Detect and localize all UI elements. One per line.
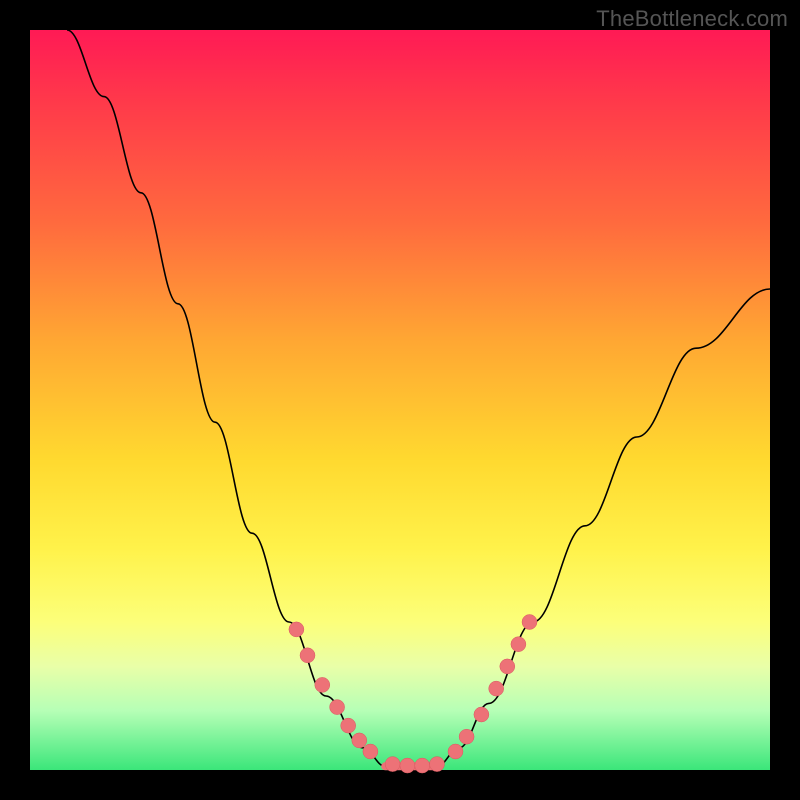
highlight-dot (489, 681, 504, 696)
highlight-dot (385, 757, 400, 772)
highlight-dot (459, 729, 474, 744)
highlight-dot (300, 648, 315, 663)
highlight-dots (289, 615, 537, 774)
watermark-label: TheBottleneck.com (596, 6, 788, 32)
highlight-dot (400, 758, 415, 773)
highlight-dot (511, 637, 526, 652)
curve-path (67, 30, 770, 770)
highlight-dot (500, 659, 515, 674)
highlight-dot (415, 758, 430, 773)
highlight-dot (474, 707, 489, 722)
highlight-dot (363, 744, 378, 759)
highlight-dot (352, 733, 367, 748)
highlight-dot (330, 700, 345, 715)
highlight-dot (430, 757, 445, 772)
highlight-dot (522, 615, 537, 630)
plot-area (30, 30, 770, 770)
highlight-dot (448, 744, 463, 759)
chart-frame: TheBottleneck.com (0, 0, 800, 800)
highlight-dot (341, 718, 356, 733)
chart-svg (30, 30, 770, 770)
highlight-dot (289, 622, 304, 637)
highlight-dot (315, 677, 330, 692)
